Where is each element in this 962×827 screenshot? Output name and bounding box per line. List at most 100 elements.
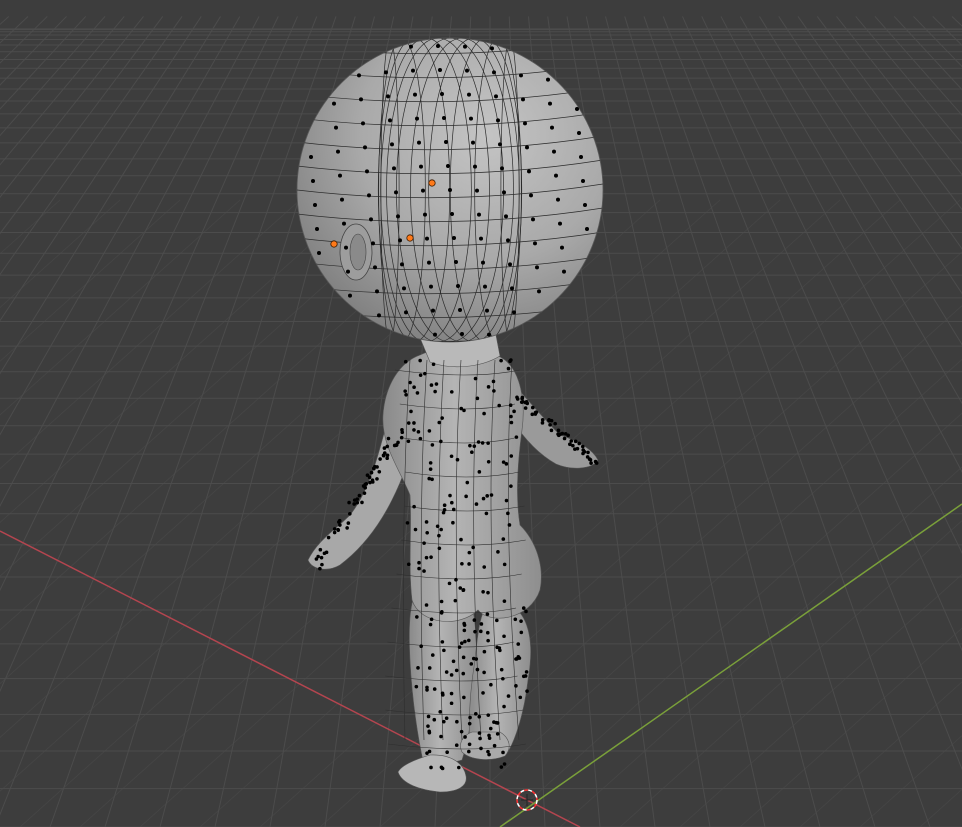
vertex[interactable] bbox=[516, 642, 521, 646]
vertex[interactable] bbox=[346, 269, 350, 274]
vertex[interactable] bbox=[440, 640, 445, 644]
vertex[interactable] bbox=[497, 646, 502, 650]
vertex[interactable] bbox=[554, 173, 558, 178]
vertex[interactable] bbox=[486, 713, 491, 717]
vertex[interactable] bbox=[499, 765, 504, 769]
vertex[interactable] bbox=[442, 503, 447, 508]
vertex[interactable] bbox=[320, 562, 324, 567]
vertex[interactable] bbox=[465, 480, 470, 485]
vertex[interactable] bbox=[460, 332, 464, 336]
vertex[interactable] bbox=[486, 385, 491, 389]
vertex[interactable] bbox=[394, 190, 398, 195]
vertex[interactable] bbox=[382, 446, 387, 450]
vertex[interactable] bbox=[562, 269, 566, 274]
vertex[interactable] bbox=[385, 456, 389, 461]
vertex[interactable] bbox=[444, 670, 449, 674]
torso[interactable] bbox=[382, 347, 542, 622]
vertex[interactable] bbox=[318, 547, 323, 552]
vertex[interactable] bbox=[467, 749, 471, 754]
vertex[interactable] bbox=[496, 550, 500, 554]
vertex[interactable] bbox=[462, 621, 466, 626]
vertex[interactable] bbox=[336, 149, 340, 154]
vertex[interactable] bbox=[417, 140, 421, 145]
vertex[interactable] bbox=[415, 615, 419, 619]
vertex[interactable] bbox=[471, 656, 476, 661]
vertex[interactable] bbox=[417, 566, 421, 571]
vertex[interactable] bbox=[433, 332, 437, 337]
vertex[interactable] bbox=[347, 500, 351, 505]
selected-vertex[interactable] bbox=[406, 234, 414, 242]
vertex[interactable] bbox=[336, 527, 340, 532]
vertex[interactable] bbox=[512, 310, 516, 315]
selected-vertex[interactable] bbox=[428, 179, 436, 187]
vertex[interactable] bbox=[469, 116, 473, 121]
vertex[interactable] bbox=[427, 260, 431, 265]
vertex[interactable] bbox=[418, 436, 423, 441]
vertex[interactable] bbox=[481, 589, 485, 594]
vertex[interactable] bbox=[431, 362, 436, 367]
vertex[interactable] bbox=[474, 502, 479, 506]
vertex[interactable] bbox=[311, 179, 315, 183]
vertex[interactable] bbox=[475, 188, 479, 193]
vertex[interactable] bbox=[416, 430, 421, 434]
vertex[interactable] bbox=[409, 409, 413, 414]
vertex[interactable] bbox=[482, 565, 487, 569]
vertex[interactable] bbox=[469, 662, 474, 666]
selected-vertex[interactable] bbox=[330, 240, 338, 248]
vertex[interactable] bbox=[515, 395, 519, 400]
vertex[interactable] bbox=[452, 236, 456, 240]
vertex[interactable] bbox=[429, 383, 434, 387]
vertex[interactable] bbox=[589, 461, 593, 465]
vertex[interactable] bbox=[445, 750, 449, 754]
vertex[interactable] bbox=[454, 743, 459, 748]
vertex[interactable] bbox=[444, 716, 449, 721]
vertex[interactable] bbox=[423, 371, 427, 376]
vertex[interactable] bbox=[461, 671, 466, 676]
vertex[interactable] bbox=[450, 500, 454, 505]
vertex[interactable] bbox=[394, 443, 399, 447]
vertex[interactable] bbox=[421, 188, 425, 193]
vertex[interactable] bbox=[424, 555, 429, 560]
vertex[interactable] bbox=[363, 145, 367, 150]
vertex[interactable] bbox=[412, 428, 416, 432]
vertex[interactable] bbox=[484, 511, 489, 516]
vertex[interactable] bbox=[439, 527, 443, 532]
vertex[interactable] bbox=[474, 712, 478, 716]
vertex[interactable] bbox=[386, 436, 391, 441]
vertex[interactable] bbox=[357, 73, 361, 78]
vertex[interactable] bbox=[504, 214, 508, 219]
vertex[interactable] bbox=[588, 457, 593, 462]
vertex[interactable] bbox=[509, 454, 514, 458]
vertex[interactable] bbox=[523, 121, 527, 126]
vertex[interactable] bbox=[332, 530, 337, 535]
vertex[interactable] bbox=[439, 765, 444, 770]
vertex[interactable] bbox=[345, 526, 349, 530]
vertex[interactable] bbox=[485, 630, 490, 635]
vertex[interactable] bbox=[548, 101, 552, 106]
vertex[interactable] bbox=[334, 125, 338, 130]
vertex[interactable] bbox=[413, 527, 418, 532]
vertex[interactable] bbox=[527, 169, 531, 174]
vertex[interactable] bbox=[449, 454, 454, 459]
vertex[interactable] bbox=[447, 581, 452, 586]
vertex[interactable] bbox=[424, 603, 429, 607]
vertex[interactable] bbox=[444, 140, 448, 144]
vertex[interactable] bbox=[400, 430, 405, 435]
vertex[interactable] bbox=[471, 140, 475, 145]
vertex[interactable] bbox=[403, 359, 408, 364]
vertex[interactable] bbox=[481, 496, 486, 501]
vertex[interactable] bbox=[583, 203, 587, 207]
vertex[interactable] bbox=[467, 638, 471, 643]
vertex[interactable] bbox=[523, 674, 528, 678]
vertex[interactable] bbox=[439, 439, 443, 444]
vertex[interactable] bbox=[419, 644, 423, 648]
vertex[interactable] bbox=[427, 429, 432, 433]
vertex[interactable] bbox=[556, 197, 560, 202]
vertex[interactable] bbox=[418, 373, 423, 377]
vertex[interactable] bbox=[566, 433, 570, 438]
vertex[interactable] bbox=[460, 561, 464, 566]
vertex[interactable] bbox=[496, 118, 500, 123]
vertex[interactable] bbox=[501, 750, 505, 755]
vertex[interactable] bbox=[377, 470, 382, 474]
vertex[interactable] bbox=[502, 190, 506, 195]
